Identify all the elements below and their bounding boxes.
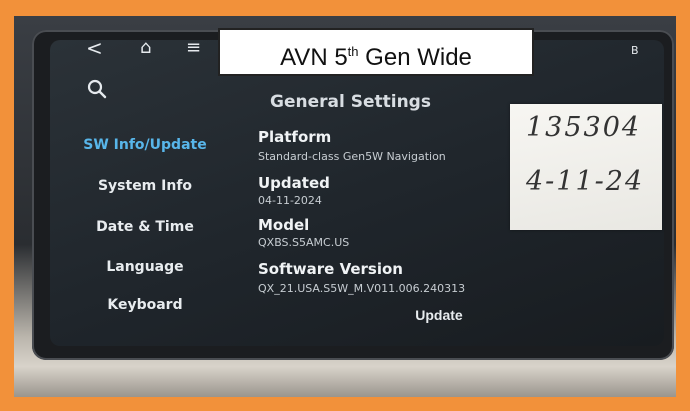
- home-icon[interactable]: ⌂: [140, 37, 151, 58]
- bluetooth-status-icon: B: [631, 44, 639, 57]
- caption-label: AVN 5th Gen Wide: [218, 28, 534, 76]
- search-icon[interactable]: [86, 78, 108, 100]
- handwritten-note: 135304 4-11-24: [510, 104, 662, 230]
- menu-icon[interactable]: ≡: [186, 37, 201, 58]
- software-version-value: QX_21.USA.S5W_M.V011.006.240313: [258, 282, 466, 295]
- update-button[interactable]: Update: [398, 303, 480, 325]
- software-version-label: Software Version: [258, 260, 403, 278]
- model-value: QXBS.S5AMC.US: [258, 236, 350, 249]
- sidebar-item-language[interactable]: Language: [60, 253, 230, 281]
- sidebar-item-keyboard[interactable]: Keyboard: [60, 291, 230, 319]
- page-title: General Settings: [270, 92, 431, 112]
- updated-value: 04-11-2024: [258, 194, 322, 207]
- note-date: 4-11-24: [526, 166, 645, 197]
- note-number: 135304: [526, 112, 642, 143]
- sidebar-item-date-time[interactable]: Date & Time: [60, 213, 230, 241]
- updated-label: Updated: [258, 174, 330, 192]
- platform-label: Platform: [258, 128, 332, 146]
- back-button[interactable]: <: [86, 36, 103, 60]
- sidebar-item-sw-info-update[interactable]: SW Info/Update: [60, 131, 230, 159]
- sidebar-item-system-info[interactable]: System Info: [60, 172, 230, 200]
- platform-value: Standard-class Gen5W Navigation: [258, 150, 446, 163]
- model-label: Model: [258, 216, 310, 234]
